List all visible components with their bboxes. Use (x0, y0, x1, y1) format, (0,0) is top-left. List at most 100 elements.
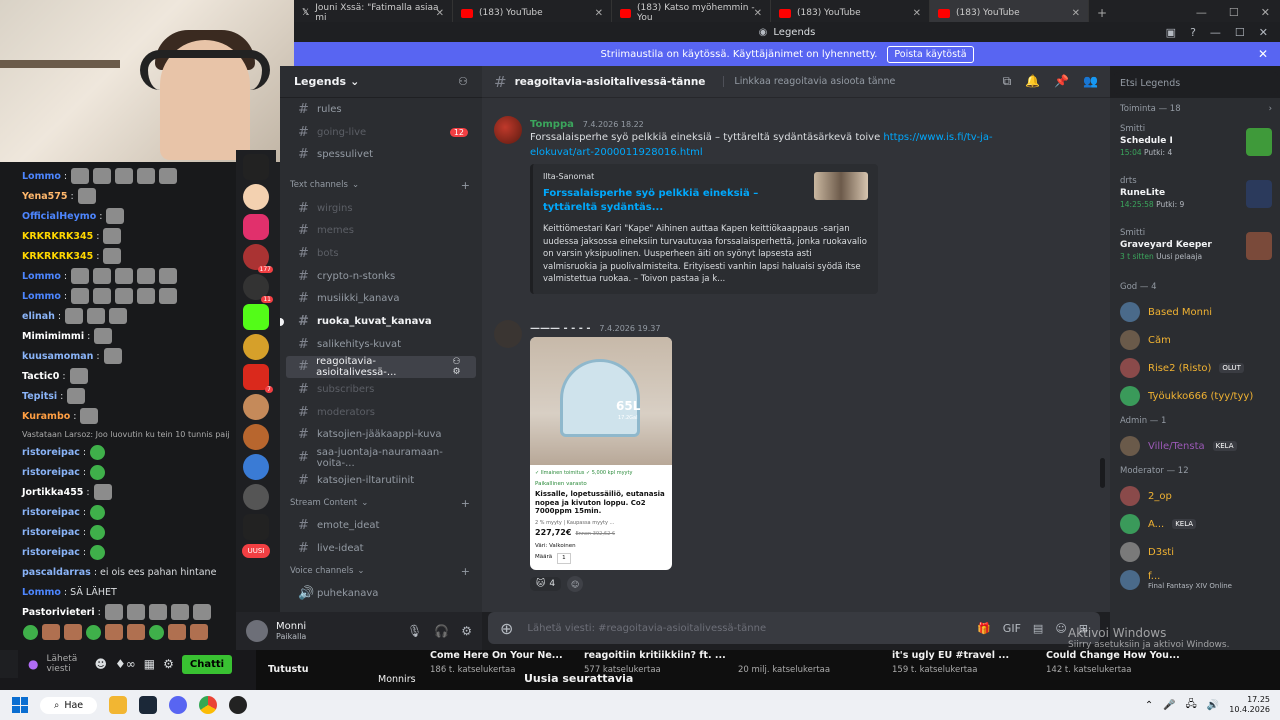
chat-username[interactable]: Lommo (22, 271, 61, 282)
gear-icon[interactable]: ⚙ (461, 624, 472, 638)
chat-username[interactable]: Tepitsi (22, 391, 57, 402)
video-title[interactable]: Could Change How You... (1046, 650, 1180, 661)
chat-username[interactable]: Kurambo (22, 411, 70, 422)
add-reaction-icon[interactable]: ☺ (567, 576, 584, 592)
activity-card[interactable]: Smitti Graveyard Keeper 3 t sitten Uusi pe… (1110, 224, 1280, 276)
avatar[interactable] (494, 320, 522, 348)
minimize-icon[interactable]: — (1196, 6, 1207, 19)
emote-icon[interactable] (168, 624, 186, 640)
gift-icon[interactable]: ▦ (144, 657, 155, 671)
maximize-icon[interactable]: ☐ (1235, 26, 1245, 39)
channel-category[interactable]: Stream Content ⌄ + (280, 492, 482, 515)
channel-category[interactable]: Text channels ⌄ + (280, 174, 482, 197)
embed-title[interactable]: Forssalaisperhe syö pelkkiä eineksiä – t… (543, 187, 783, 215)
server-icon[interactable] (243, 484, 269, 510)
chat-username[interactable]: KRKRKRK345 (22, 251, 93, 262)
members-icon[interactable]: 👥 (1083, 74, 1098, 89)
channel-item[interactable]: # emote_ideat (286, 514, 476, 537)
message-author[interactable]: Tomppa (530, 119, 574, 130)
member-item[interactable]: 2_op (1110, 482, 1280, 510)
message-author[interactable]: ——— - - - - (530, 323, 591, 334)
avatar[interactable] (246, 620, 268, 642)
bits-icon[interactable]: ♦∞ (115, 657, 136, 671)
close-icon[interactable]: ✕ (1072, 8, 1080, 19)
add-channel-icon[interactable]: + (461, 497, 470, 510)
chat-username[interactable]: ristoreipac (22, 507, 80, 518)
channel-item[interactable]: 🔊 puhekanava (286, 582, 476, 605)
chat-username[interactable]: Jortikka455 (22, 487, 83, 498)
search-input[interactable]: Etsi Legends (1114, 72, 1278, 94)
chat-username[interactable]: elinah (22, 311, 55, 322)
chat-username[interactable]: Yena575 (22, 191, 67, 202)
close-icon[interactable]: ✕ (1259, 26, 1268, 39)
server-icon[interactable]: 177 (243, 244, 273, 273)
chat-username[interactable]: Mimimimmi (22, 331, 84, 342)
emote-icon[interactable] (86, 624, 101, 640)
member-item[interactable]: Based Monni (1110, 298, 1280, 326)
emote-icon[interactable] (190, 624, 208, 640)
inbox-icon[interactable]: ▣ (1166, 26, 1176, 39)
add-channel-icon[interactable]: + (461, 179, 470, 192)
server-icon[interactable] (243, 154, 269, 180)
channel-item[interactable]: # moderators (286, 401, 476, 424)
steam-icon[interactable] (139, 696, 158, 714)
taskbar-search[interactable]: ⌕ Hae (40, 696, 98, 714)
headphones-icon[interactable]: 🎧 (434, 624, 449, 638)
stream-chat-input[interactable]: Lähetä viesti (46, 654, 86, 674)
channel-item[interactable]: # salikehitys-kuvat (286, 333, 476, 356)
chat-username[interactable]: OfficialHeymo (22, 211, 96, 222)
add-user-icon[interactable]: ⚇ (458, 75, 468, 88)
close-icon[interactable]: ✕ (595, 8, 603, 19)
emote-icon[interactable] (149, 624, 164, 640)
member-item[interactable]: Työukko666 (tyy/tyy) (1110, 382, 1280, 410)
volume-icon[interactable]: 🔊 (1207, 700, 1219, 711)
server-icon[interactable] (243, 424, 269, 450)
emoji-icon[interactable]: ☺ (1055, 622, 1066, 635)
channel-item[interactable]: # crypto-n-stonks (286, 265, 476, 288)
bell-icon[interactable]: 🔔 (1025, 74, 1040, 89)
video-title[interactable]: reagoitiin kritiikkiin? ft. ... (584, 650, 726, 661)
chat-username[interactable]: Lommo (22, 171, 61, 182)
close-icon[interactable]: ✕ (1258, 47, 1268, 61)
threads-icon[interactable]: ⧉ (1003, 74, 1012, 89)
network-icon[interactable]: 🖧 (1186, 697, 1197, 714)
chat-username[interactable]: Lommo (22, 587, 61, 598)
chat-send-button[interactable]: Chatti (181, 654, 233, 674)
channel-item[interactable]: # reagoitavia-asioitalivessä-... ⚇ ⚙ (286, 355, 476, 379)
close-icon[interactable]: ✕ (754, 8, 762, 19)
channel-item[interactable]: # spessulivet (286, 143, 476, 166)
chat-username[interactable]: ristoreipac (22, 447, 80, 458)
guild-header[interactable]: Legends ⌄ ⚇ (280, 66, 482, 98)
chat-username[interactable]: ristoreipac (22, 547, 80, 558)
chat-username[interactable]: kuusamoman (22, 351, 93, 362)
sticker-icon[interactable]: ▤ (1033, 622, 1043, 635)
chevron-right-icon[interactable]: › (1269, 104, 1272, 114)
discord-icon[interactable] (169, 696, 188, 714)
member-item[interactable]: Ville/Tensta KELA (1110, 432, 1280, 460)
channel-item[interactable]: # ruoka_kuvat_kanava (280, 310, 476, 333)
channel-item[interactable]: # saa-juontaja-nauramaan-voita-... (286, 446, 476, 469)
message-composer[interactable]: ⊕ Lähetä viesti: #reagoitavia-asioitaliv… (488, 612, 1100, 644)
activity-card[interactable]: Smitti Schedule I 15:04 Putki: 4 (1110, 120, 1280, 172)
server-icon[interactable] (243, 454, 269, 480)
channel-category[interactable]: Voice channels ⌄ + (280, 560, 482, 583)
help-icon[interactable]: ? (1190, 26, 1196, 39)
chrome-icon[interactable] (199, 696, 218, 714)
video-title[interactable]: Come Here On Your Ne... (430, 650, 563, 661)
microphone-icon[interactable]: 🎤 (1163, 700, 1175, 711)
youtube-channel-name[interactable]: Monnirs (378, 674, 416, 685)
video-title[interactable]: it's ugly EU #travel ... (892, 650, 1009, 661)
channel-item[interactable]: # going-live 12 (286, 121, 476, 144)
channel-item[interactable]: # memes (286, 219, 476, 242)
server-icon[interactable] (243, 304, 269, 330)
emote-icon[interactable] (42, 624, 60, 640)
youtube-tab-explore[interactable]: Tutustu (268, 664, 308, 675)
stream-chat-input-bar[interactable]: ● Lähetä viesti ☻ ♦∞ ▦ ⚙ Chatti (18, 650, 256, 678)
close-icon[interactable]: ✕ (913, 8, 921, 19)
close-icon[interactable]: ✕ (436, 8, 444, 19)
channel-item[interactable]: # bots (286, 242, 476, 265)
channel-item[interactable]: # rules (286, 98, 476, 121)
server-icon[interactable] (243, 184, 269, 210)
emote-icon[interactable]: ☻ (94, 657, 107, 671)
server-icon[interactable]: 11 (243, 274, 273, 303)
